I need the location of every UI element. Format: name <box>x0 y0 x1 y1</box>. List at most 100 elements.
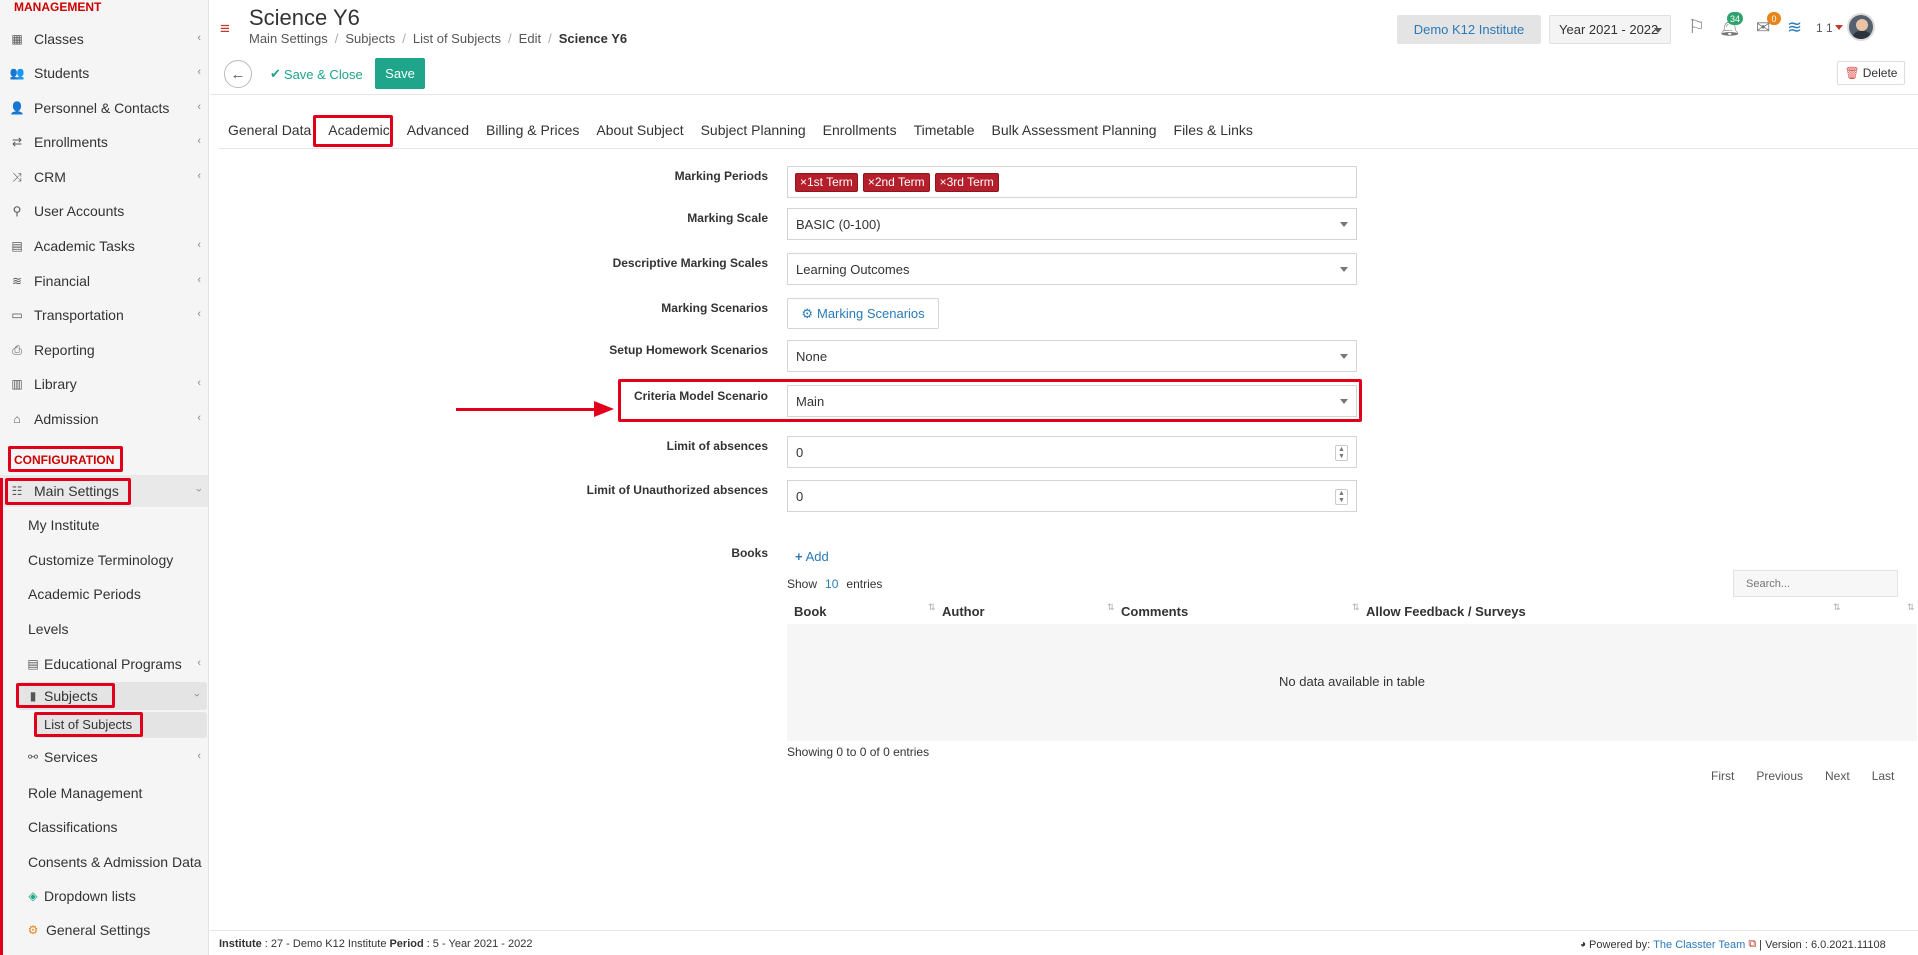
column-header-author[interactable]: Author <box>942 604 985 619</box>
sort-icon[interactable]: ⇅ <box>1107 602 1115 613</box>
column-header-book[interactable]: Book <box>794 604 827 619</box>
avatar[interactable] <box>1847 13 1875 41</box>
add-book-button[interactable]: + Add <box>795 549 829 564</box>
classter-team-link[interactable]: The Classter Team <box>1653 939 1745 951</box>
configuration-highlight <box>8 446 123 472</box>
sidebar-subitem-customize-terminology[interactable]: Customize Terminology <box>28 552 173 568</box>
year-select[interactable]: Year 2021 - 2022 <box>1549 15 1671 44</box>
sidebar-item-personnel[interactable]: 👤 Personnel & Contacts ‹ <box>0 92 208 124</box>
classter-logo-icon: ⧉ <box>1748 938 1757 950</box>
page-title: Science Y6 <box>249 5 360 30</box>
descriptive-scales-select[interactable]: Learning Outcomes <box>787 253 1357 285</box>
layers-icon[interactable]: ≋ <box>1787 17 1802 38</box>
pagination-first[interactable]: First <box>1711 769 1734 783</box>
hamburger-menu-icon[interactable]: ≡ <box>220 19 230 39</box>
add-book-label: Add <box>805 549 829 564</box>
sidebar-subitem-educational-programs[interactable]: ▤ Educational Programs ‹ <box>18 648 208 680</box>
breadcrumb-main-settings[interactable]: Main Settings <box>249 31 328 46</box>
save-close-button[interactable]: ✔ Save & Close <box>270 59 363 89</box>
institute-button[interactable]: Demo K12 Institute <box>1397 15 1541 44</box>
save-button[interactable]: Save <box>375 58 425 89</box>
crm-icon: ⤨ <box>12 169 22 184</box>
sidebar-subitem-services[interactable]: ⚯ Services ‹ <box>18 741 208 773</box>
chevron-left-icon: ‹ <box>197 135 201 147</box>
sort-icon[interactable]: ⇅ <box>928 602 936 613</box>
chevron-left-icon: ‹ <box>197 308 201 320</box>
tasks-icon: ▤ <box>11 239 23 253</box>
user-label[interactable]: 1 1 <box>1816 21 1833 35</box>
sidebar-subitem-academic-periods[interactable]: Academic Periods <box>28 586 141 602</box>
number-spinner-icon[interactable]: ▲ ▼ <box>1335 445 1348 461</box>
footer-powered: ◕ Powered by: The Classter Team ⧉ | Vers… <box>1580 938 1886 951</box>
marking-period-chip[interactable]: ×1st Term <box>795 172 858 192</box>
sidebar-item-classes[interactable]: ▦ Classes ‹ <box>0 23 208 55</box>
books-search-input[interactable] <box>1733 570 1898 597</box>
breadcrumb-edit[interactable]: Edit <box>519 31 541 46</box>
tab-bulk-assessment-planning[interactable]: Bulk Assessment Planning <box>992 122 1157 150</box>
sidebar-item-academic-tasks[interactable]: ▤ Academic Tasks ‹ <box>0 230 208 262</box>
notifications-badge: 34 <box>1727 12 1743 25</box>
sort-icon[interactable]: ⇅ <box>1907 602 1915 613</box>
sidebar-item-label: Transportation <box>34 307 124 323</box>
sidebar-item-reporting[interactable]: ⎙ Reporting <box>0 334 208 366</box>
financial-icon: ≋ <box>11 274 23 288</box>
sidebar-item-students[interactable]: 👥 Students ‹ <box>0 57 208 89</box>
sidebar-item-user-accounts[interactable]: ⚲ User Accounts <box>0 195 208 227</box>
trash-icon: 🗑︎ <box>1844 66 1860 80</box>
number-spinner-icon[interactable]: ▲ ▼ <box>1335 489 1348 505</box>
unauthorized-absences-input[interactable]: 0 ▲ ▼ <box>787 480 1357 512</box>
back-button[interactable]: ← <box>224 60 252 88</box>
sidebar-subitem-general-settings[interactable]: ⚙ General Settings <box>18 914 208 946</box>
marking-period-chip[interactable]: ×3rd Term <box>934 172 999 192</box>
plus-icon: + <box>795 549 803 564</box>
tab-timetable[interactable]: Timetable <box>914 122 975 150</box>
sidebar-item-admission[interactable]: ⌂ Admission ‹ <box>0 403 208 435</box>
arrow-left-icon: ← <box>230 65 246 83</box>
sidebar-item-crm[interactable]: ⤨ CRM ‹ <box>0 161 208 193</box>
caret-down-icon <box>1340 354 1348 359</box>
tab-files-links[interactable]: Files & Links <box>1174 122 1253 150</box>
absences-limit-input[interactable]: 0 ▲ ▼ <box>787 436 1357 468</box>
marking-period-chip[interactable]: ×2nd Term <box>862 172 930 192</box>
pagination-last[interactable]: Last <box>1872 769 1895 783</box>
sidebar-subitem-dropdown-lists[interactable]: ◈ Dropdown lists <box>18 880 208 912</box>
sidebar-subitem-my-institute[interactable]: My Institute <box>28 517 100 533</box>
sidebar-subitem-role-management[interactable]: Role Management <box>28 785 142 801</box>
sidebar-item-label: Dropdown lists <box>44 888 136 904</box>
sidebar-item-financial[interactable]: ≋ Financial ‹ <box>0 265 208 297</box>
sort-icon[interactable]: ⇅ <box>1833 602 1841 613</box>
homework-scenarios-select[interactable]: None <box>787 340 1357 372</box>
chevron-left-icon: ‹ <box>197 750 201 762</box>
sidebar-item-label: Reporting <box>34 342 95 358</box>
page-length-select[interactable]: 10 <box>825 577 838 591</box>
sidebar-item-label: General Settings <box>46 922 151 938</box>
flag-icon[interactable]: ⚐ <box>1688 16 1705 39</box>
tab-general-data[interactable]: General Data <box>228 122 311 150</box>
column-header-allow-feedback[interactable]: Allow Feedback / Surveys <box>1366 604 1526 619</box>
sidebar-item-library[interactable]: ▥ Library ‹ <box>0 368 208 400</box>
marking-periods-field[interactable]: ×1st Term ×2nd Term ×3rd Term <box>787 166 1357 198</box>
tab-billing-prices[interactable]: Billing & Prices <box>486 122 579 150</box>
sidebar-subitem-classifications[interactable]: Classifications <box>28 819 117 835</box>
tab-advanced[interactable]: Advanced <box>407 122 469 150</box>
delete-button[interactable]: 🗑︎ Delete <box>1837 61 1905 85</box>
column-header-comments[interactable]: Comments <box>1121 604 1188 619</box>
breadcrumb-subjects[interactable]: Subjects <box>345 31 395 46</box>
user-caret-icon[interactable] <box>1835 25 1843 30</box>
sidebar-subitem-levels[interactable]: Levels <box>28 621 68 637</box>
marking-scenarios-button[interactable]: ⚙ Marking Scenarios <box>787 298 939 329</box>
sidebar-item-transportation[interactable]: ▭ Transportation ‹ <box>0 299 208 331</box>
sidebar-item-label: Enrollments <box>34 134 108 150</box>
sidebar-subitem-consents[interactable]: Consents & Admission Data <box>28 854 202 870</box>
key-icon: ⚲ <box>12 204 22 218</box>
tab-enrollments[interactable]: Enrollments <box>823 122 897 150</box>
sort-icon[interactable]: ⇅ <box>1352 602 1360 613</box>
pagination-previous[interactable]: Previous <box>1756 769 1803 783</box>
marking-scale-select[interactable]: BASIC (0-100) <box>787 208 1357 240</box>
pagination-next[interactable]: Next <box>1825 769 1850 783</box>
chevron-left-icon: ‹ <box>197 657 201 669</box>
tab-about-subject[interactable]: About Subject <box>596 122 683 150</box>
sidebar-item-enrollments[interactable]: ⇄ Enrollments ‹ <box>0 126 208 158</box>
breadcrumb-list-of-subjects[interactable]: List of Subjects <box>413 31 501 46</box>
tab-subject-planning[interactable]: Subject Planning <box>701 122 806 150</box>
